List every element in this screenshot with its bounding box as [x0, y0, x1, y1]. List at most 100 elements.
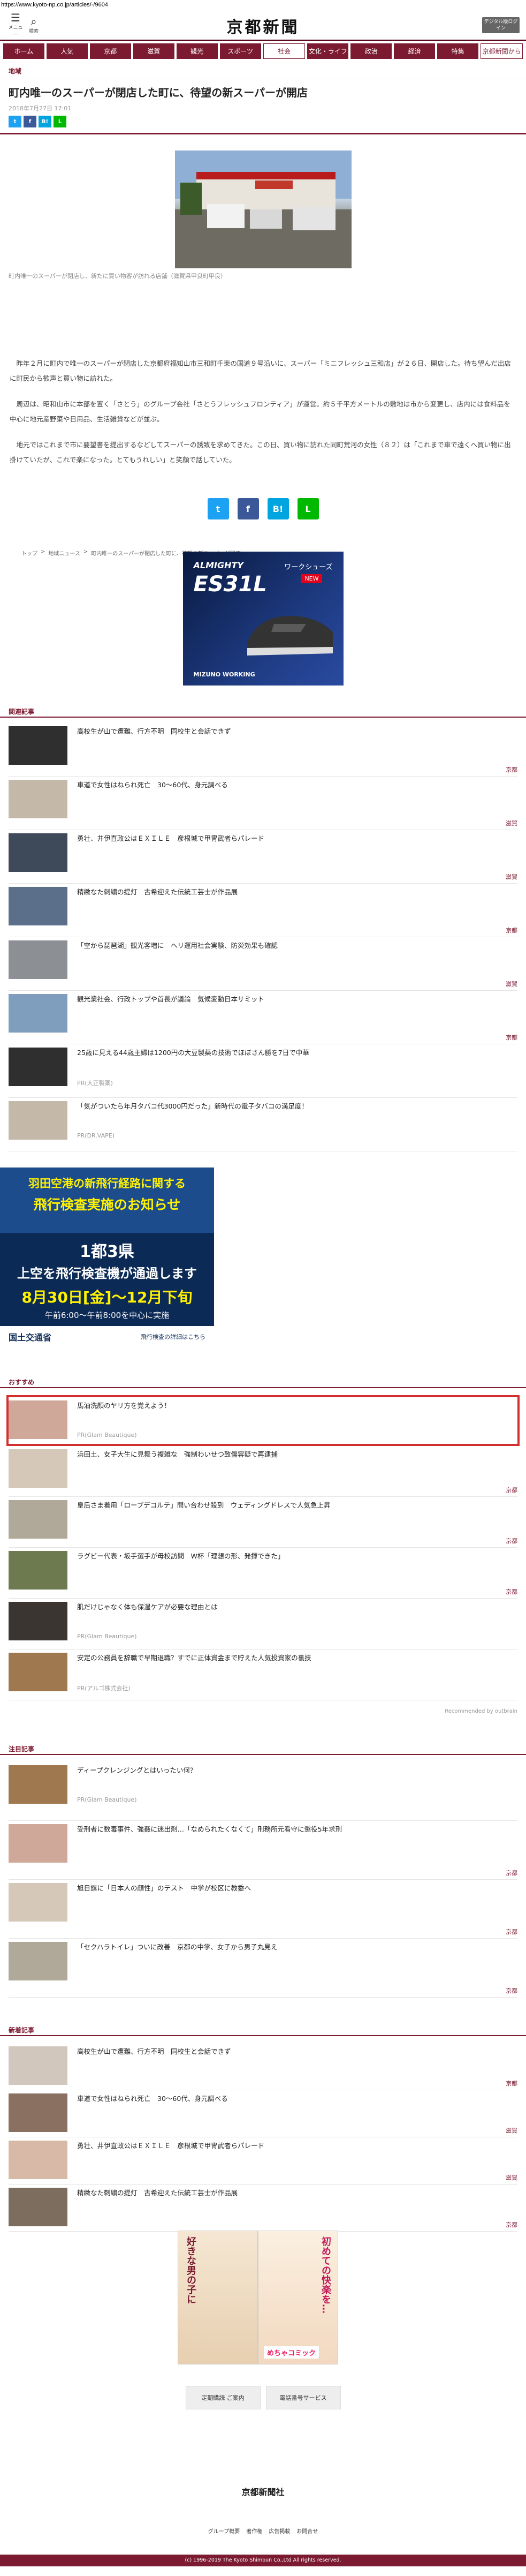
- featured-source: 京都: [506, 1870, 517, 1877]
- footer-link[interactable]: 広告掲載: [269, 2527, 290, 2535]
- share-buttons-top: t f B! L: [0, 116, 526, 134]
- related-section-title: 関連記事: [0, 706, 526, 718]
- related-title: 観光業社会、行政トップや首長が議論 気候変動日本サミット: [77, 995, 265, 1003]
- nav-item-10[interactable]: 特集: [437, 43, 479, 59]
- nav-item-1[interactable]: 人気: [46, 43, 88, 59]
- recommended-row[interactable]: 安定の公務員を辞職で早期退職？すでに正体資金まで貯えた人気投資家の裏技 PR(アル…: [9, 1649, 517, 1700]
- shoe-image: [247, 616, 333, 656]
- line-share-button[interactable]: L: [297, 498, 319, 519]
- share-buttons-bottom: t f B! L: [0, 498, 526, 519]
- login-button[interactable]: デジタル版ログイン: [482, 17, 520, 33]
- featured-row[interactable]: ディープクレンジングとはいったい何？ PR(Glam Beautique): [9, 1762, 517, 1821]
- related-row[interactable]: 勇壮、井伊直政公はＥＸＩＬＥ 彦根城で甲冑武者らパレード滋賀: [9, 830, 517, 884]
- article-paragraph-3: 地元ではこれまで市に要望書を提出するなどしてスーパーの誘致を求めてきた。この日、…: [10, 441, 511, 464]
- recommended-sponsor: PR(アルゴ株式会社): [77, 1685, 131, 1692]
- nav-item-8[interactable]: 政治: [350, 43, 392, 59]
- related-row[interactable]: 車道で女性はねられ死亡 30～60代、身元調べる滋賀: [9, 777, 517, 830]
- article-paragraph-1: 昨年２月に町内で唯一のスーパーが閉店した京都府福知山市三和町千束の国道９号沿いに…: [10, 359, 511, 382]
- related-thumbnail: [9, 994, 67, 1033]
- recommended-row[interactable]: 皇后さま着用「ローブデコルテ」問い合わせ殺到 ウェディングドレスで人気急上昇 京都: [9, 1497, 517, 1548]
- manga-ad[interactable]: 好きな男の子に 初めての快楽を… めちゃコミック: [178, 2231, 338, 2364]
- related-title: 勇壮、井伊直政公はＥＸＩＬＥ 彦根城で甲冑武者らパレード: [77, 834, 265, 842]
- search-button[interactable]: ⌕ 検索: [25, 16, 43, 34]
- featured-row[interactable]: 旭日旗に「日本人の顔性」のテスト 中学が校区に教委へ 京都: [9, 1880, 517, 1939]
- nav-item-3[interactable]: 滋賀: [133, 43, 174, 59]
- latest-source: 滋賀: [506, 2174, 517, 2181]
- recommended-thumbnail: [9, 1653, 67, 1691]
- recommended-by[interactable]: Recommended by outbrain: [445, 1708, 517, 1714]
- recommended-title: 肌だけじゃなく体も保湿ケアが必要な理由とは: [77, 1603, 218, 1611]
- recommended-row[interactable]: 肌だけじゃなく体も保湿ケアが必要な理由とは PR(Glam Beautique): [9, 1599, 517, 1649]
- recommended-row[interactable]: 馬油洗顔のヤリ方を覚えよう！ PR(Glam Beautique): [6, 1395, 520, 1446]
- related-sponsor: PR(DR.VAPE): [77, 1132, 115, 1139]
- facebook-share-icon[interactable]: f: [24, 116, 36, 127]
- phone-service-button[interactable]: 電話番号サービス: [265, 2386, 341, 2409]
- footer-link[interactable]: グループ概要: [208, 2527, 240, 2535]
- related-source: 滋賀: [506, 820, 517, 827]
- nav-item-5[interactable]: スポーツ: [219, 43, 261, 59]
- nav-item-4[interactable]: 観光: [176, 43, 218, 59]
- recommended-source: 京都: [506, 1538, 517, 1545]
- related-row[interactable]: 精緻なた刺繍の提灯 古希迎えた伝統工芸士が作品展 京都: [9, 884, 517, 937]
- recommended-thumbnail: [9, 1400, 67, 1439]
- line-share-icon[interactable]: L: [54, 116, 66, 127]
- nav-item-2[interactable]: 京都: [89, 43, 131, 59]
- recommended-title: 浜田土、女子大生に見舞う複雑な 強制わいせつ致傷容疑で再逮捕: [77, 1450, 278, 1458]
- related-row[interactable]: 「気がついたら年月タバコ代3000円だった」新時代の電子タバコの満足度！ PR(D…: [9, 1098, 517, 1151]
- menu-button[interactable]: ☰ メニュー: [6, 12, 25, 37]
- nav-item-0[interactable]: ホーム: [3, 43, 44, 59]
- article-paragraph-2: 周辺は、昭和山市に本部を置く「さとう」のグループ会社「さとうフレッシュフロンティ…: [10, 400, 510, 423]
- featured-row[interactable]: 「セクハラトイレ」ついに改善 京都の中学、女子から男子丸見え 京都: [9, 1939, 517, 1998]
- twitter-share-button[interactable]: t: [207, 498, 229, 519]
- related-title: 「気がついたら年月タバコ代3000円だった」新時代の電子タバコの満足度！: [77, 1102, 308, 1110]
- footer-logo[interactable]: 京都新聞社: [241, 2485, 284, 2498]
- recommended-row[interactable]: ラグビー代表・坂手選手が母校訪問 W杯「理想の形、発揮できた」 京都: [9, 1548, 517, 1599]
- nav-item-11[interactable]: 京都新聞から: [481, 43, 523, 59]
- shoe-ad[interactable]: ALMIGHTY ES31L ワークシューズ NEW MIZUNO WORKIN…: [182, 552, 344, 686]
- nav-item-7[interactable]: 文化・ライフ: [307, 43, 349, 59]
- hatena-share-button[interactable]: B!: [267, 498, 289, 519]
- footer-link[interactable]: お問合せ: [296, 2527, 318, 2535]
- footer-link[interactable]: 著作権: [246, 2527, 262, 2535]
- related-thumbnail: [9, 726, 67, 765]
- article-datetime: 2018年7月27日 17:01: [9, 105, 72, 112]
- airport-ad-link[interactable]: 飛行検査の詳細はこちら: [141, 1332, 205, 1341]
- nav-item-9[interactable]: 経済: [394, 43, 436, 59]
- featured-thumbnail: [9, 1883, 67, 1922]
- subscription-button[interactable]: 定期購読 ご案内: [185, 2386, 261, 2409]
- related-title: 車道で女性はねられ死亡 30～60代、身元調べる: [77, 781, 228, 789]
- recommended-title: 馬油洗顔のヤリ方を覚えよう！: [77, 1402, 171, 1410]
- hatena-share-icon[interactable]: B!: [39, 116, 51, 127]
- latest-row[interactable]: 高校生が山で遭難、行方不明 同校生と会話できず 京都: [9, 2043, 517, 2090]
- address-bar[interactable]: https://www.kyoto-np.co.jp/articles/-/96…: [0, 0, 526, 10]
- nav-item-6[interactable]: 社会: [263, 43, 306, 59]
- related-source: 滋賀: [506, 873, 517, 880]
- related-row[interactable]: 高校生が山で遭難、行方不明 同校生と会話できず 京都: [9, 723, 517, 777]
- latest-row[interactable]: 車道で女性はねられ死亡 30～60代、身元調べる 滋賀: [9, 2090, 517, 2137]
- photo-caption: 町内唯一のスーパーが閉店し、新たに買い物客が訪れる店舗（滋賀県甲良町甲良）: [9, 273, 226, 280]
- related-row[interactable]: 観光業社会、行政トップや首長が議論 気候変動日本サミット京都: [9, 991, 517, 1044]
- related-thumbnail: [9, 1048, 67, 1086]
- latest-row[interactable]: 勇壮、井伊直政公はＥＸＩＬＥ 彦根城で甲冑武者らパレード 滋賀: [9, 2137, 517, 2185]
- airport-ad[interactable]: 羽田空港の新飛行経路に関する 飛行検査実施のお知らせ 1都3県 上空を飛行検査機…: [0, 1168, 214, 1347]
- related-source: 京都: [506, 1034, 517, 1041]
- site-logo[interactable]: 京都新聞: [227, 14, 300, 37]
- ad-maker: MIZUNO WORKING: [193, 671, 255, 678]
- related-row[interactable]: 25歳に見える44歳主婦は1200円の大豆製薬の技術でほぼさん勝を7日で中華 PR…: [9, 1044, 517, 1098]
- recommended-source: 京都: [506, 1588, 517, 1595]
- featured-title: 受刑者に数毒事件、強姦に迷出剤…「なめられたくなくて」刑務所元看守に懲役5年求刑: [77, 1825, 342, 1833]
- facebook-share-button[interactable]: f: [237, 498, 259, 519]
- latest-row[interactable]: 精緻なた刺繍の提灯 古希迎えた伝統工芸士が作品展 京都: [9, 2185, 517, 2232]
- article-category[interactable]: 地域: [0, 61, 526, 79]
- recommended-section-title: おすすめ: [0, 1376, 526, 1388]
- recommended-row[interactable]: 浜田土、女子大生に見舞う複雑な 強制わいせつ致傷容疑で再逮捕京都: [9, 1446, 517, 1497]
- related-title: 25歳に見える44歳主婦は1200円の大豆製薬の技術でほぼさん勝を7日で中華: [77, 1049, 309, 1057]
- twitter-share-icon[interactable]: t: [9, 116, 21, 127]
- hamburger-icon: ☰: [11, 11, 20, 24]
- featured-row[interactable]: 受刑者に数毒事件、強姦に迷出剤…「なめられたくなくて」刑務所元看守に懲役5年求刑…: [9, 1821, 517, 1880]
- manga-ad-tag: めちゃコミック: [264, 2346, 319, 2359]
- article-title: 町内唯一のスーパーが閉店した町に、待望の新スーパーが開店: [0, 79, 526, 104]
- featured-source: 京都: [506, 1929, 517, 1935]
- recommended-source: 京都: [506, 1487, 517, 1494]
- related-row[interactable]: 「空から琵琶湖」観光客増に ヘリ運用社会実験、防災効果も確認 滋賀: [9, 937, 517, 991]
